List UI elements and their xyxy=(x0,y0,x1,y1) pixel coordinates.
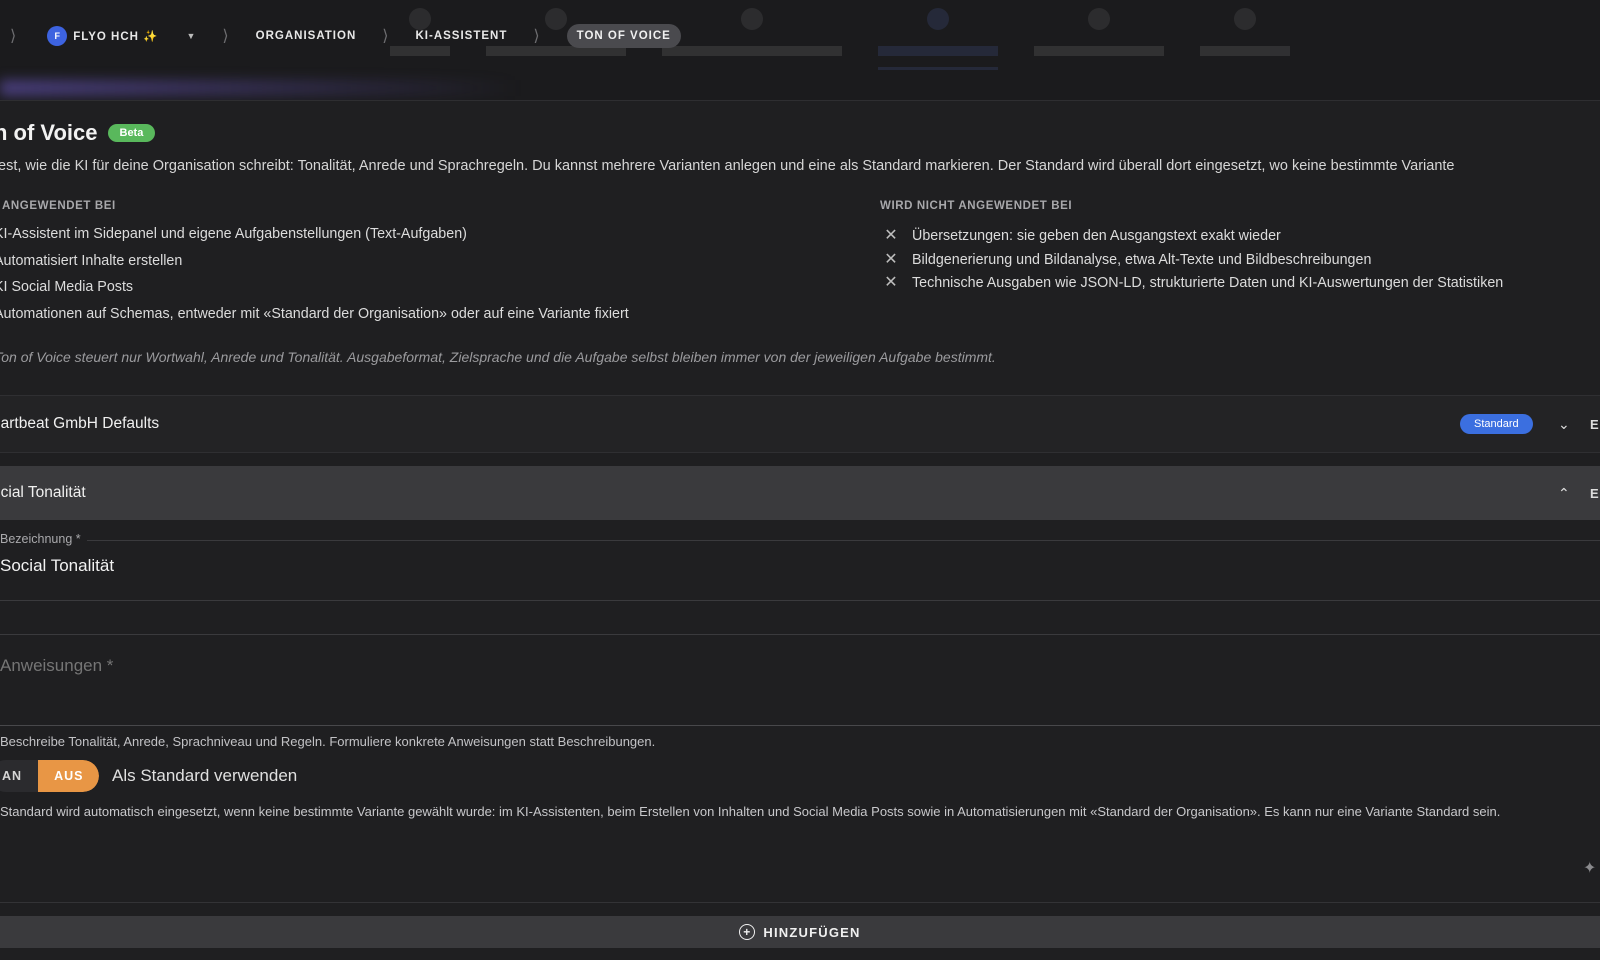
add-circle-icon: + xyxy=(739,924,756,940)
name-field-label: Bezeichnung * xyxy=(0,532,87,546)
breadcrumb-current: TON OF VOICE xyxy=(566,24,681,48)
variant-action[interactable]: E xyxy=(1590,417,1599,432)
list-item-text: Bildgenerierung und Bildanalyse, etwa Al… xyxy=(912,251,1372,268)
ghost-tab xyxy=(1200,0,1290,70)
tab-icon xyxy=(1234,8,1256,30)
not-applied-heading: WIRD NICHT ANGEWENDET BEI xyxy=(880,200,1073,212)
standard-badge: Standard xyxy=(1460,414,1533,434)
breadcrumb: ⟩ F FLYO HCH ✨ ▼ ⟩ ORGANISATION ⟩ KI-ASS… xyxy=(0,22,681,50)
top-bar: ⟩ F FLYO HCH ✨ ▼ ⟩ ORGANISATION ⟩ KI-ASS… xyxy=(0,0,1600,101)
sparkle-icon[interactable]: ✦ xyxy=(1583,858,1596,878)
instructions-helper: Beschreibe Tonalität, Anrede, Sprachnive… xyxy=(0,734,656,749)
breadcrumb-separator-icon: ⟩ xyxy=(382,28,390,45)
breadcrumb-ki-assistent[interactable]: KI-ASSISTENT xyxy=(416,30,508,42)
add-variant-button[interactable]: + HINZUFÜGEN xyxy=(0,916,1600,948)
org-switcher[interactable]: F FLYO HCH ✨ ▼ xyxy=(47,26,196,46)
applied-heading: ANGEWENDET BEI xyxy=(2,200,116,212)
list-item-text: Technische Ausgaben wie JSON-LD, struktu… xyxy=(912,275,1504,292)
beta-badge: Beta xyxy=(107,124,156,142)
divider xyxy=(0,902,1600,903)
list-item: KI-Assistent im Sidepanel und eigene Auf… xyxy=(0,226,467,242)
variant-row-defaults[interactable]: eartbeat GmbH Defaults Standard ⌄ E xyxy=(0,395,1600,453)
standard-hint: r Standard wird automatisch eingesetzt, … xyxy=(0,804,1501,819)
name-field[interactable] xyxy=(0,556,1000,576)
ghost-tab xyxy=(662,0,842,70)
chevron-up-icon[interactable]: ⌃ xyxy=(1558,485,1570,502)
breadcrumb-separator-icon: ⟩ xyxy=(533,28,541,45)
list-item: KI Social Media Posts xyxy=(0,279,134,295)
add-button-label: HINZUFÜGEN xyxy=(763,924,861,940)
instructions-field[interactable] xyxy=(0,656,1560,716)
variant-action[interactable]: E xyxy=(1590,486,1599,501)
not-applied-list: ✕ Übersetzungen: sie geben den Ausgangste… xyxy=(884,226,1503,297)
info-note: Ton of Voice steuert nur Wortwahl, Anred… xyxy=(0,349,996,365)
field-underline xyxy=(0,725,1600,726)
breadcrumb-organisation[interactable]: ORGANISATION xyxy=(256,30,357,42)
list-item-text: Übersetzungen: sie geben den Ausgangstex… xyxy=(912,228,1281,245)
header-glow xyxy=(0,80,520,96)
list-item: Automatisiert Inhalte erstellen xyxy=(0,252,183,269)
toggle-off[interactable]: AUS xyxy=(38,760,100,792)
standard-toggle[interactable]: AN AUS xyxy=(0,760,100,792)
field-outline xyxy=(85,540,1600,541)
page-title: n of Voice xyxy=(0,120,98,145)
breadcrumb-separator-icon: ⟩ xyxy=(10,28,18,45)
variant-row-social[interactable]: ocial Tonalität ⌃ E xyxy=(0,466,1600,520)
divider xyxy=(0,634,1600,635)
variant-name: ocial Tonalität xyxy=(0,484,86,501)
chevron-down-icon[interactable]: ▼ xyxy=(186,31,196,41)
toggle-label: Als Standard verwenden xyxy=(112,766,298,785)
variant-name: eartbeat GmbH Defaults xyxy=(0,415,160,432)
list-item: ✕ Technische Ausgaben wie JSON-LD, strukt… xyxy=(884,270,1503,297)
applied-list: KI-Assistent im Sidepanel und eigene Auf… xyxy=(0,226,629,332)
ghost-tab xyxy=(1034,0,1164,70)
tab-icon xyxy=(741,8,763,30)
divider xyxy=(0,600,1600,601)
chevron-down-icon[interactable]: ⌄ xyxy=(1558,416,1570,433)
ghost-tab-active xyxy=(878,0,998,70)
list-item: Automationen auf Schemas, entweder mit «… xyxy=(0,305,629,322)
toggle-on[interactable]: AN xyxy=(0,760,39,792)
tab-icon xyxy=(927,8,949,30)
breadcrumb-separator-icon: ⟩ xyxy=(222,28,230,45)
tab-icon xyxy=(1088,8,1110,30)
page-header: n of Voice Beta xyxy=(0,120,156,146)
close-icon: ✕ xyxy=(884,274,898,292)
close-icon: ✕ xyxy=(884,227,898,245)
close-icon: ✕ xyxy=(884,250,898,268)
page-intro: fest, wie die KI für deine Organisation … xyxy=(0,158,1455,174)
org-name: FLYO HCH ✨ xyxy=(73,31,159,43)
avatar: F xyxy=(47,26,68,46)
